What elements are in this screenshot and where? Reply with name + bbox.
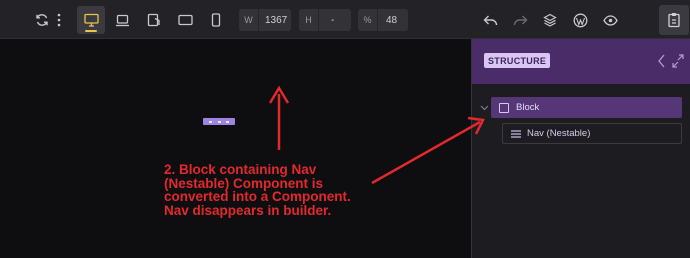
structure-panel-title: STRUCTURE <box>484 53 551 68</box>
structure-panel: STRUCTURE Block Nav (Nestable) <box>471 39 690 258</box>
collapsed-block-element[interactable] <box>203 118 235 125</box>
structure-panel-toggle-icon[interactable] <box>659 5 689 35</box>
expand-arrows-icon[interactable] <box>671 53 685 69</box>
top-toolbar: W 1367 H - % 48 <box>0 0 690 39</box>
panel-expand-controls[interactable] <box>657 53 685 69</box>
height-value[interactable]: - <box>319 15 334 26</box>
width-value[interactable]: 1367 <box>259 15 287 26</box>
preview-eye-icon[interactable] <box>596 6 624 34</box>
annotation-line: converted into a Component. <box>164 189 351 204</box>
desktop-breakpoint-icon[interactable] <box>77 6 105 34</box>
structure-item-label: Nav (Nestable) <box>527 128 591 139</box>
redo-icon[interactable] <box>506 6 534 34</box>
collapse-chevron-left-icon[interactable] <box>657 53 667 69</box>
width-label: W <box>239 9 259 31</box>
canvas-width-field[interactable]: W 1367 <box>239 9 291 31</box>
height-label: H <box>299 9 319 31</box>
layers-icon[interactable] <box>536 6 564 34</box>
mobile-icon[interactable] <box>202 6 230 34</box>
more-options-icon[interactable] <box>52 6 66 34</box>
annotation-line: 2. Block containing Nav <box>164 162 317 177</box>
canvas-height-field[interactable]: H - <box>299 9 351 31</box>
wordpress-icon[interactable] <box>566 6 594 34</box>
annotation-line: (Nestable) Component is <box>164 175 324 191</box>
annotation-line: Nav disappears in builder. <box>164 202 332 218</box>
tablet-landscape-icon[interactable] <box>140 6 168 34</box>
builder-canvas[interactable] <box>0 39 471 258</box>
scale-label: % <box>358 9 378 31</box>
structure-item-label: Block <box>516 102 540 113</box>
undo-icon[interactable] <box>476 6 504 34</box>
tablet-icon[interactable] <box>171 6 199 34</box>
hamburger-icon <box>511 129 521 138</box>
laptop-breakpoint-icon[interactable] <box>108 6 136 34</box>
structure-panel-header: STRUCTURE <box>472 39 690 84</box>
collapse-chevron-down-icon[interactable] <box>480 105 489 111</box>
structure-item-nav[interactable]: Nav (Nestable) <box>502 123 682 144</box>
canvas-scale-field[interactable]: % 48 <box>358 9 408 31</box>
scale-value[interactable]: 48 <box>378 15 397 26</box>
structure-item-block[interactable]: Block <box>491 97 682 118</box>
square-icon <box>499 102 509 113</box>
annotation-text: 2. Block containing Nav (Nestable) Compo… <box>164 163 424 217</box>
